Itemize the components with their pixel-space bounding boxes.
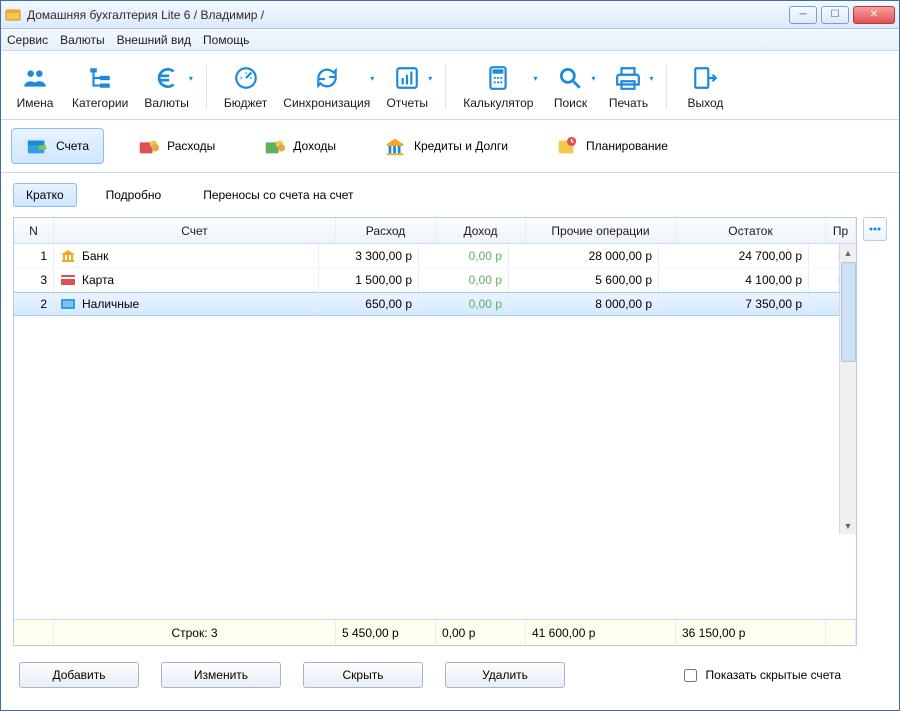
menubar: Сервис Валюты Внешний вид Помощь: [1, 29, 899, 51]
bank-row-icon: [60, 248, 76, 264]
action-bar: Добавить Изменить Скрыть Удалить Показат…: [13, 646, 887, 700]
tab-expenses[interactable]: Расходы: [122, 128, 230, 164]
footer-rows-label: Строк: 3: [54, 620, 336, 645]
income-icon: [263, 135, 285, 157]
col-pr[interactable]: Пр: [826, 218, 856, 243]
menu-currencies[interactable]: Валюты: [60, 33, 105, 47]
vertical-scrollbar[interactable]: ▲ ▼: [839, 244, 856, 534]
toolbar: Имена Категории ▾ Валюты Бюджет ▾ Синхро…: [1, 51, 899, 120]
sync-icon: [313, 64, 341, 92]
chevron-down-icon: ▾: [370, 74, 374, 83]
col-income[interactable]: Доход: [436, 218, 526, 243]
tab-income[interactable]: Доходы: [248, 128, 351, 164]
minimize-button[interactable]: ─: [789, 6, 817, 24]
toolbar-search[interactable]: ▾ Поиск: [542, 59, 598, 115]
menu-help[interactable]: Помощь: [203, 33, 249, 47]
edit-button[interactable]: Изменить: [161, 662, 281, 688]
subtab-transfers[interactable]: Переносы со счета на счет: [190, 183, 366, 207]
content: Кратко Подробно Переносы со счета на сче…: [1, 173, 899, 710]
footer-other: 41 600,00 р: [526, 620, 676, 645]
tab-planning[interactable]: Планирование: [541, 128, 683, 164]
footer-income: 0,00 р: [436, 620, 526, 645]
exit-icon: [691, 64, 719, 92]
subtab-brief[interactable]: Кратко: [13, 183, 77, 207]
euro-icon: [153, 64, 181, 92]
accounts-grid: N Счет Расход Доход Прочие операции Оста…: [13, 217, 857, 646]
table-row[interactable]: 3 Карта 1 500,00 р 0,00 р 5 600,00 р 4 1…: [14, 268, 839, 292]
window-buttons: ─ ☐ ✕: [789, 6, 895, 24]
grid-footer: Строк: 3 5 450,00 р 0,00 р 41 600,00 р 3…: [14, 619, 856, 645]
maximize-button[interactable]: ☐: [821, 6, 849, 24]
tab-loans[interactable]: Кредиты и Долги: [369, 128, 523, 164]
chart-icon: [393, 64, 421, 92]
menu-view[interactable]: Внешний вид: [117, 33, 191, 47]
tree-icon: [86, 64, 114, 92]
add-button[interactable]: Добавить: [19, 662, 139, 688]
grid-options-button[interactable]: [863, 217, 887, 241]
printer-icon: [614, 64, 642, 92]
card-row-icon: [60, 272, 76, 288]
show-hidden-checkbox[interactable]: Показать скрытые счета: [680, 666, 841, 685]
grid-header: N Счет Расход Доход Прочие операции Оста…: [14, 218, 856, 244]
gauge-icon: [232, 64, 260, 92]
tab-accounts[interactable]: Счета: [11, 128, 104, 164]
menu-service[interactable]: Сервис: [7, 33, 48, 47]
subtab-detail[interactable]: Подробно: [93, 183, 175, 207]
table-row[interactable]: 2 Наличные 650,00 р 0,00 р 8 000,00 р 7 …: [14, 292, 839, 316]
col-balance[interactable]: Остаток: [676, 218, 826, 243]
scroll-down-icon[interactable]: ▼: [840, 517, 856, 534]
scroll-thumb[interactable]: [841, 262, 856, 362]
toolbar-categories[interactable]: Категории: [65, 59, 135, 115]
section-tabs: Счета Расходы Доходы Кредиты и Долги Пла…: [1, 120, 899, 173]
toolbar-calculator[interactable]: ▾ Калькулятор: [456, 59, 540, 115]
grid-body: 1 Банк 3 300,00 р 0,00 р 28 000,00 р 24 …: [14, 244, 856, 619]
col-expense[interactable]: Расход: [336, 218, 436, 243]
chevron-down-icon: ▾: [649, 74, 653, 83]
bank-icon: [384, 135, 406, 157]
sub-tabs: Кратко Подробно Переносы со счета на сче…: [13, 183, 887, 207]
toolbar-print[interactable]: ▾ Печать: [600, 59, 656, 115]
calculator-icon: [484, 64, 512, 92]
toolbar-currencies[interactable]: ▾ Валюты: [137, 59, 196, 115]
titlebar: Домашняя бухгалтерия Lite 6 / Владимир /…: [1, 1, 899, 29]
chevron-down-icon: ▾: [533, 74, 537, 83]
toolbar-exit[interactable]: Выход: [677, 59, 733, 115]
close-button[interactable]: ✕: [853, 6, 895, 24]
people-icon: [21, 64, 49, 92]
footer-expense: 5 450,00 р: [336, 620, 436, 645]
chevron-down-icon: ▾: [428, 74, 432, 83]
chevron-down-icon: ▾: [189, 74, 193, 83]
grid-wrap: N Счет Расход Доход Прочие операции Оста…: [13, 217, 887, 646]
app-icon: [5, 7, 21, 23]
table-row[interactable]: 1 Банк 3 300,00 р 0,00 р 28 000,00 р 24 …: [14, 244, 839, 268]
planning-icon: [556, 135, 578, 157]
col-other[interactable]: Прочие операции: [526, 218, 676, 243]
cash-row-icon: [60, 296, 76, 312]
expense-icon: [137, 135, 159, 157]
search-icon: [556, 64, 584, 92]
chevron-down-icon: ▾: [591, 74, 595, 83]
col-n[interactable]: N: [14, 218, 54, 243]
delete-button[interactable]: Удалить: [445, 662, 565, 688]
scroll-up-icon[interactable]: ▲: [840, 244, 856, 261]
show-hidden-input[interactable]: [684, 669, 697, 682]
toolbar-names[interactable]: Имена: [7, 59, 63, 115]
app-window: Домашняя бухгалтерия Lite 6 / Владимир /…: [0, 0, 900, 711]
toolbar-reports[interactable]: ▾ Отчеты: [379, 59, 435, 115]
window-title: Домашняя бухгалтерия Lite 6 / Владимир /: [27, 8, 789, 22]
toolbar-budget[interactable]: Бюджет: [217, 59, 274, 115]
footer-balance: 36 150,00 р: [676, 620, 826, 645]
hide-button[interactable]: Скрыть: [303, 662, 423, 688]
toolbar-sync[interactable]: ▾ Синхронизация: [276, 59, 377, 115]
wallet-icon: [26, 135, 48, 157]
col-account[interactable]: Счет: [54, 218, 336, 243]
